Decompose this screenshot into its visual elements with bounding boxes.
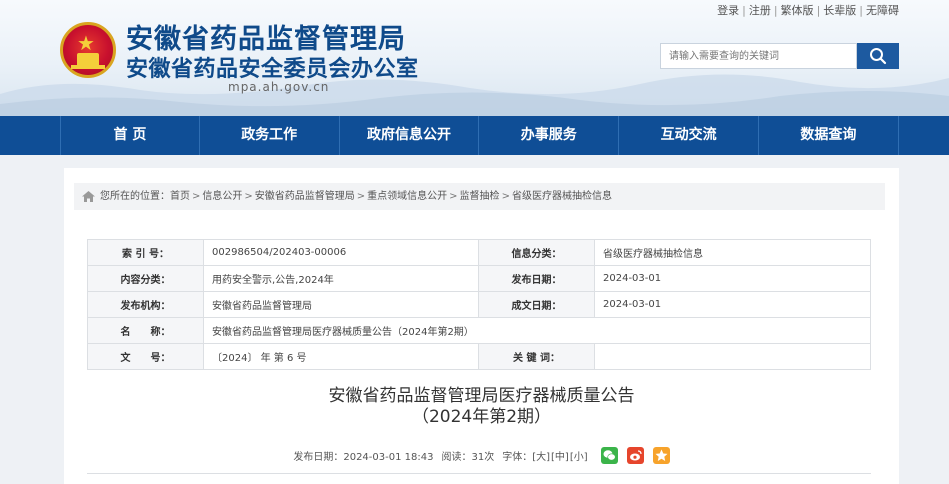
home-icon [82,191,95,202]
article-title-line2: （2024年第2期） [411,407,552,427]
nav-item-interaction[interactable]: 互动交流 [619,116,759,155]
breadcrumb-inspection[interactable]: 监督抽检 [460,191,500,202]
login-link[interactable]: 登录 [717,4,739,17]
meta-label: 成文日期： [478,291,595,318]
site-domain: mpa.ah.gov.cn [228,80,330,94]
search-input[interactable] [660,43,857,69]
meta-label: 索 引 号： [87,239,204,266]
meta-label: 文 号： [87,343,204,370]
meta-label: 名 称： [87,317,204,344]
nav-item-government-work[interactable]: 政务工作 [200,116,340,155]
publish-date: 发布日期：2024-03-01 18:43 [293,451,434,463]
breadcrumb-device-inspection[interactable]: 省级医疗器械抽检信息 [512,191,612,202]
top-links: 登录 | 注册 | 繁体版 | 长辈版 | 无障碍 [717,4,899,17]
meta-label: 关 键 词： [478,343,595,370]
meta-label: 发布机构： [87,291,204,318]
meta-value: 002986504/202403-00006 [203,239,479,266]
breadcrumb: 您所在的位置：首页 > 信息公开 > 安徽省药品监督管理局 > 重点领域信息公开 > 监督抽检 >… [74,183,885,210]
accessibility-link[interactable]: 无障碍 [866,4,899,17]
table-row: 索 引 号： 002986504/202403-00006 信息分类： 省级医疗… [87,239,871,266]
breadcrumb-key-areas[interactable]: 重点领域信息公开 [367,191,447,202]
weibo-share-icon[interactable] [626,446,644,464]
register-link[interactable]: 注册 [749,4,771,17]
main-nav: 首 页 政务工作 政府信息公开 办事服务 互动交流 数据查询 [0,116,949,155]
divider [87,473,871,474]
breadcrumb-info-public[interactable]: 信息公开 [202,191,242,202]
elderly-mode-link[interactable]: 长辈版 [823,4,856,17]
table-row: 发布机构： 安徽省药品监督管理局 成文日期： 2024-03-01 [87,291,871,318]
breadcrumb-prefix: 您所在的位置： [100,191,170,202]
font-size-medium-button[interactable]: [中] [551,448,569,463]
article-title: 安徽省药品监督管理局医疗器械质量公告 （2024年第2期） [64,386,899,428]
meta-label: 信息分类： [478,239,595,266]
meta-label: 内容分类： [87,265,204,292]
table-row: 内容分类： 用药安全警示,公告,2024年 发布日期： 2024-03-01 [87,265,871,292]
table-row: 文 号： 〔2024〕 年 第 6 号 关 键 词： [87,343,871,370]
table-row: 名 称： 安徽省药品监督管理局医疗器械质量公告（2024年第2期） [87,317,871,344]
meta-value: 用药安全警示,公告,2024年 [203,265,479,292]
nav-item-info-disclosure[interactable]: 政府信息公开 [340,116,480,155]
meta-value: 〔2024〕 年 第 6 号 [203,343,479,370]
meta-value: 2024-03-01 [594,265,871,292]
qzone-share-icon[interactable] [652,446,670,464]
nav-item-home[interactable]: 首 页 [60,116,200,155]
site-header: ★ 安徽省药品监督管理局 安徽省药品安全委员会办公室 mpa.ah.gov.cn… [0,0,949,116]
breadcrumb-bureau[interactable]: 安徽省药品监督管理局 [255,191,355,202]
font-size-small-button[interactable]: [小] [570,448,588,463]
document-meta-table: 索 引 号： 002986504/202403-00006 信息分类： 省级医疗… [87,239,871,370]
view-count: 阅读：31次 [441,451,495,463]
meta-value: 2024-03-01 [594,291,871,318]
site-subtitle: 安徽省药品安全委员会办公室 [126,57,419,82]
font-size-label: 字体： [502,451,533,463]
search-icon [870,48,887,65]
search-button[interactable] [857,43,899,69]
article-title-line1: 安徽省药品监督管理局医疗器械质量公告 [328,386,635,406]
main-content: 您所在的位置：首页 > 信息公开 > 安徽省药品监督管理局 > 重点领域信息公开 > 监督抽检 >… [64,168,899,484]
meta-value: 省级医疗器械抽检信息 [594,239,871,266]
meta-label: 发布日期： [478,265,595,292]
traditional-chinese-link[interactable]: 繁体版 [781,4,814,17]
breadcrumb-home[interactable]: 首页 [170,191,190,202]
meta-value [594,343,871,370]
article-meta: 发布日期：2024-03-01 18:43 阅读：31次 字体： [大] [中]… [64,446,899,464]
meta-value: 安徽省药品监督管理局医疗器械质量公告（2024年第2期） [203,317,871,344]
font-size-large-button[interactable]: [大] [532,448,550,463]
nav-item-services[interactable]: 办事服务 [479,116,620,155]
national-emblem-icon[interactable]: ★ [60,22,116,78]
nav-item-data-query[interactable]: 数据查询 [759,116,899,155]
wechat-share-icon[interactable] [600,446,618,464]
meta-value: 安徽省药品监督管理局 [203,291,479,318]
